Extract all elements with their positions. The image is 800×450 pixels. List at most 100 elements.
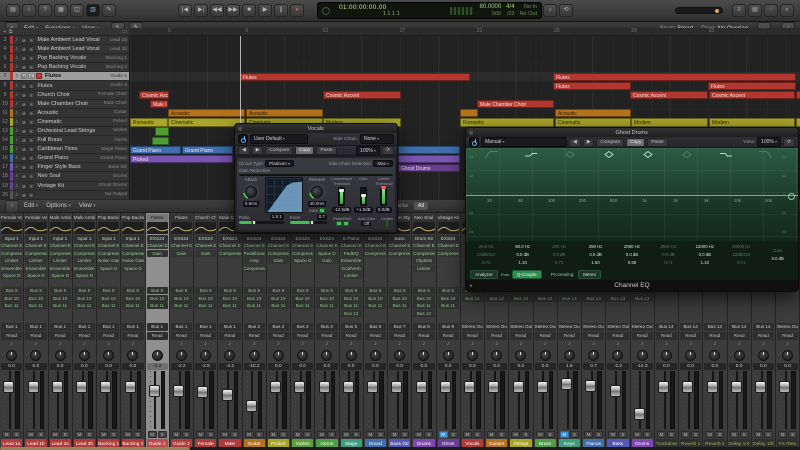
automation-mode-slot[interactable]: Read	[267, 331, 289, 340]
volume-fader[interactable]	[197, 371, 215, 429]
channel-strip[interactable]: Vintage KitEXS24Channel EQCompressorBus …	[436, 213, 461, 450]
automation-mode-slot[interactable]: Read	[631, 331, 653, 340]
automation-mode-slot[interactable]: Read	[364, 331, 386, 340]
automation-mode-slot[interactable]: Read	[655, 331, 677, 340]
mute-button[interactable]: M	[99, 430, 109, 438]
volume-value[interactable]: 0.7	[583, 363, 605, 370]
send-slot[interactable]: Bus 11	[98, 302, 120, 309]
volume-fader[interactable]	[730, 371, 748, 429]
send-slot[interactable]: Bus 11	[122, 302, 144, 309]
solo-button[interactable]: S	[448, 430, 458, 438]
eq-band-readout[interactable]: 200 Hz 0.0 dB 0.71	[541, 241, 577, 268]
fx-slot[interactable]: Pedalboard	[243, 249, 265, 257]
solo-button[interactable]: S	[60, 430, 70, 438]
region[interactable]: Modern	[709, 118, 795, 127]
eq-thumbnail[interactable]	[1, 222, 23, 234]
lcd-division[interactable]: /32	[506, 11, 515, 18]
volume-fader[interactable]	[51, 371, 69, 429]
comp-fader[interactable]	[338, 187, 346, 206]
volume-fader[interactable]	[27, 371, 45, 429]
volume-value[interactable]: 0.0	[292, 363, 314, 370]
compressor-window[interactable]: ◎ Vocals User Default Side Chain: None ◀…	[234, 123, 398, 234]
fx-slot[interactable]: Compressor	[49, 249, 71, 257]
instrument-slot[interactable]: Input 1	[98, 234, 120, 242]
fader-cap[interactable]	[391, 381, 403, 394]
peak-button[interactable]	[335, 220, 342, 226]
eq-thumbnail[interactable]	[170, 222, 192, 234]
fader-cap[interactable]	[3, 381, 15, 394]
solo-button[interactable]: S	[375, 430, 385, 438]
track-name[interactable]: Pop Backing Vocals	[36, 64, 106, 70]
send-slot[interactable]: Bus 9	[243, 287, 265, 294]
channel-setting-button[interactable]: Female Vocal	[1, 213, 23, 222]
volume-value[interactable]: -2.2	[146, 363, 168, 370]
track-row[interactable]: 15 ♪ M S Caribbean Tines Stage Piano	[0, 145, 129, 155]
solo-button[interactable]: S	[594, 430, 604, 438]
comp-fader-value[interactable]: 0.0dB	[375, 207, 392, 213]
fx-slot[interactable]: Space D	[25, 272, 47, 279]
send-slot[interactable]: Bus 10	[146, 294, 168, 302]
instrument-slot[interactable]: EXS24	[219, 234, 241, 242]
track-mute-button[interactable]: M	[20, 137, 27, 144]
send-slot[interactable]: Bus 11	[195, 302, 217, 309]
track-solo-button[interactable]: S	[28, 137, 35, 144]
pan-knob[interactable]	[612, 350, 624, 361]
channel-strip[interactable]: OrchestralEXS24Channel EQCompressorSpace…	[291, 213, 316, 450]
fx-slot[interactable]: Compressor	[243, 264, 265, 272]
processing-dropdown[interactable]: Stereo	[577, 269, 602, 279]
output-slot[interactable]: Bus 1	[122, 323, 144, 331]
knee-value[interactable]: 0.7	[316, 214, 327, 220]
volume-fader[interactable]	[512, 371, 530, 429]
track-mute-button[interactable]: M	[20, 91, 27, 98]
eq-band-bell-icon[interactable]	[628, 150, 667, 160]
region[interactable]: Flutes	[553, 81, 631, 91]
fx-slot[interactable]: Limiter	[25, 257, 47, 264]
eq-master-gain-handle[interactable]	[788, 192, 795, 200]
fx-slot[interactable]: Channel EQ	[316, 242, 338, 249]
solo-button[interactable]: S	[351, 430, 361, 438]
pan-knob[interactable]	[539, 350, 551, 361]
automation-mode-slot[interactable]: Read	[437, 331, 459, 340]
track-row[interactable]: 11 ♪ M S Acoustic Guitar	[0, 108, 129, 118]
fx-slot[interactable]: Amp	[243, 257, 265, 264]
send-slot[interactable]: Bus 12	[340, 309, 362, 317]
volume-fader[interactable]	[682, 371, 700, 429]
lcd-beats[interactable]: 1 1 1 1	[339, 11, 444, 18]
channel-strip[interactable]: Grand PianoEXS24Channel EQCompressorBus …	[363, 213, 388, 450]
fader-cap[interactable]	[561, 377, 573, 390]
solo-button[interactable]: S	[472, 430, 482, 438]
fx-slot[interactable]: Noise Gate	[98, 257, 120, 264]
q-couple-button[interactable]: Q-Couple	[511, 269, 542, 279]
volume-value[interactable]: 0.0	[510, 363, 532, 370]
volume-value[interactable]: 0.0	[267, 363, 289, 370]
track-solo-button[interactable]: S	[28, 146, 35, 153]
fx-slot[interactable]: Compressor	[73, 249, 95, 257]
fader-cap[interactable]	[342, 381, 354, 394]
mute-button[interactable]: M	[26, 430, 36, 438]
output-slot[interactable]: Stereo Out	[534, 323, 556, 331]
library-icon[interactable]: ▤	[6, 4, 20, 17]
pan-knob[interactable]	[175, 350, 187, 361]
fx-slot[interactable]: Channel EQ	[1, 242, 23, 249]
channel-setting-button[interactable]: Flutes	[170, 213, 192, 222]
channel-strip[interactable]: CinematicEXS24Channel EQCompressorGainBu…	[266, 213, 291, 450]
fx-slot[interactable]: Compressor	[98, 249, 120, 257]
volume-value[interactable]: 0.0	[486, 363, 508, 370]
region[interactable]: Acoustic	[555, 109, 631, 118]
track-name[interactable]: Male Ambient Lead Vocal	[36, 46, 110, 52]
automation-mode-slot[interactable]: Read	[316, 331, 338, 340]
pan-knob[interactable]	[127, 350, 139, 361]
fader-cap[interactable]	[197, 386, 209, 399]
fx-slot[interactable]: Channel EQ	[364, 242, 386, 249]
track-row[interactable]: 6 ♪ M S Pop Backing Vocals Backing 2	[0, 63, 129, 73]
instrument-slot[interactable]: E-Piano	[340, 234, 362, 242]
track-name[interactable]: Vintage Kit	[36, 183, 99, 189]
region[interactable]	[152, 136, 169, 145]
fx-slot[interactable]: Gain	[195, 249, 217, 257]
send-slot[interactable]: Bus 11	[49, 302, 71, 309]
note-pads-icon[interactable]: ▤	[748, 4, 762, 17]
solo-button[interactable]: S	[12, 430, 22, 438]
fx-slot[interactable]: Compressor	[25, 249, 47, 257]
send-slot[interactable]: Bus 9	[195, 287, 217, 294]
output-slot[interactable]: Bus 6	[364, 323, 386, 331]
